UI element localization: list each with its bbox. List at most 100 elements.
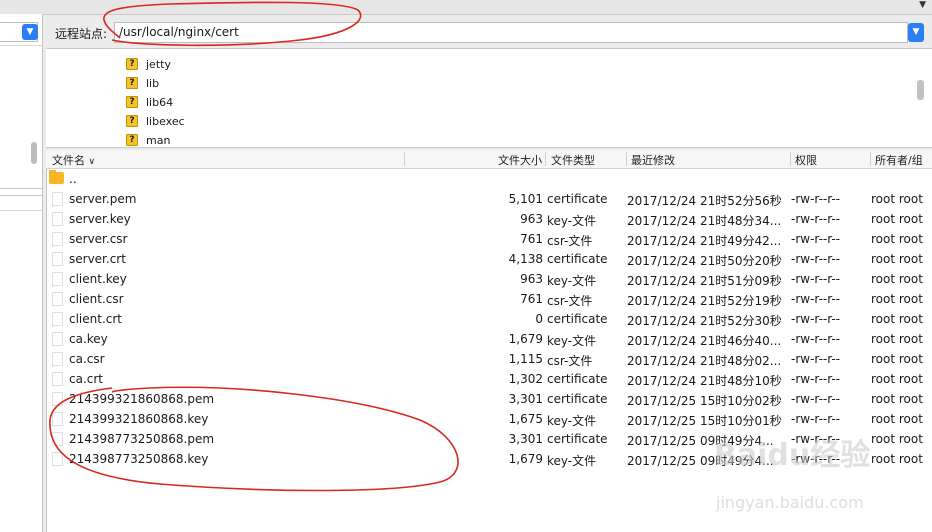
file-row[interactable]: server.pem 5,101 certificate 2017/12/24 … xyxy=(46,189,932,209)
file-type: csr-文件 xyxy=(547,354,593,368)
file-type: certificate xyxy=(547,312,608,326)
file-icon xyxy=(52,272,63,286)
file-row[interactable]: ca.key 1,679 key-文件 2017/12/24 21时46分40.… xyxy=(46,329,932,349)
file-icon xyxy=(52,312,63,326)
column-header-size[interactable]: 文件大小 xyxy=(498,152,542,168)
file-modified: 2017/12/24 21时52分19秒 xyxy=(627,294,782,308)
divider xyxy=(0,210,42,211)
unknown-folder-icon: ? xyxy=(126,96,138,108)
tree-item-label: man xyxy=(146,133,171,147)
column-header-owner[interactable]: 所有者/组 xyxy=(875,152,923,168)
file-permissions: -rw-r--r-- xyxy=(791,392,841,406)
file-row[interactable]: ca.crt 1,302 certificate 2017/12/24 21时4… xyxy=(46,369,932,389)
file-name: server.key xyxy=(69,212,131,226)
file-permissions: -rw-r--r-- xyxy=(791,312,841,326)
file-size: 4,138 xyxy=(508,252,543,266)
chevron-down-icon[interactable]: ▼ xyxy=(919,0,926,10)
file-type: certificate xyxy=(547,192,608,206)
file-modified: 2017/12/24 21时52分56秒 xyxy=(627,194,782,208)
file-row[interactable]: server.csr 761 csr-文件 2017/12/24 21时49分4… xyxy=(46,229,932,249)
tree-item[interactable]: ? lib64 xyxy=(126,93,173,111)
column-header-type[interactable]: 文件类型 xyxy=(551,152,595,168)
column-divider[interactable] xyxy=(870,152,871,166)
file-type: certificate xyxy=(547,432,608,446)
file-owner: root root xyxy=(871,232,923,246)
file-permissions: -rw-r--r-- xyxy=(791,212,841,226)
file-name: server.csr xyxy=(69,232,128,246)
file-type: key-文件 xyxy=(547,274,597,288)
file-size: 963 xyxy=(520,272,543,286)
column-header-modified[interactable]: 最近修改 xyxy=(631,152,675,168)
file-name: 214399321860868.pem xyxy=(69,392,215,406)
file-name: client.csr xyxy=(69,292,124,306)
file-icon xyxy=(52,232,63,246)
file-type: key-文件 xyxy=(547,214,597,228)
chevron-down-icon[interactable]: ▼ xyxy=(908,23,924,42)
column-divider[interactable] xyxy=(790,152,791,166)
file-row[interactable]: server.crt 4,138 certificate 2017/12/24 … xyxy=(46,249,932,269)
column-header-name[interactable]: 文件名 ∨ xyxy=(52,152,95,168)
file-icon xyxy=(52,412,63,426)
file-name: 214398773250868.key xyxy=(69,452,209,466)
file-name: .. xyxy=(69,172,77,186)
file-size: 3,301 xyxy=(508,432,543,446)
tree-item[interactable]: ? man xyxy=(126,131,171,147)
tree-item[interactable]: ? lib xyxy=(126,74,159,92)
tree-item[interactable]: ? jetty xyxy=(126,55,171,73)
divider xyxy=(0,195,42,196)
file-size: 0 xyxy=(535,312,543,326)
column-divider[interactable] xyxy=(626,152,627,166)
file-row[interactable]: 214399321860868.key 1,675 key-文件 2017/12… xyxy=(46,409,932,429)
file-modified: 2017/12/24 21时48分10秒 xyxy=(627,374,782,388)
tree-item-label: lib64 xyxy=(146,95,174,109)
tree-scrollbar[interactable] xyxy=(917,80,924,100)
file-size: 1,115 xyxy=(508,352,543,366)
file-name: 214399321860868.key xyxy=(69,412,209,426)
divider xyxy=(0,45,42,46)
file-size: 1,679 xyxy=(508,332,543,346)
file-modified: 2017/12/24 21时52分30秒 xyxy=(627,314,782,328)
file-row[interactable]: 214399321860868.pem 3,301 certificate 20… xyxy=(46,389,932,409)
column-header-permissions[interactable]: 权限 xyxy=(795,152,817,168)
file-name: server.crt xyxy=(69,252,126,266)
file-modified: 2017/12/24 21时49分42... xyxy=(627,234,782,248)
remote-path-value[interactable]: /usr/local/nginx/cert xyxy=(119,25,239,39)
file-type: certificate xyxy=(547,392,608,406)
local-tree-scrollbar[interactable] xyxy=(31,142,37,164)
column-divider[interactable] xyxy=(545,152,546,166)
file-row[interactable]: ca.csr 1,115 csr-文件 2017/12/24 21时48分02.… xyxy=(46,349,932,369)
remote-directory-tree: ? jetty ? lib ? lib64 ? libexec ? man xyxy=(46,48,932,148)
file-icon xyxy=(52,372,63,386)
file-owner: root root xyxy=(871,252,923,266)
tree-item[interactable]: ? libexec xyxy=(126,112,185,130)
tree-item-label: lib xyxy=(146,76,160,90)
file-size: 1,302 xyxy=(508,372,543,386)
unknown-folder-icon: ? xyxy=(126,77,138,89)
file-permissions: -rw-r--r-- xyxy=(791,332,841,346)
file-modified: 2017/12/25 15时10分01秒 xyxy=(627,414,782,428)
file-icon xyxy=(52,212,63,226)
top-toolbar-strip xyxy=(0,0,932,15)
divider xyxy=(0,188,42,189)
file-owner: root root xyxy=(871,192,923,206)
file-row[interactable]: client.crt 0 certificate 2017/12/24 21时5… xyxy=(46,309,932,329)
file-icon xyxy=(52,352,63,366)
file-type: key-文件 xyxy=(547,414,597,428)
file-row[interactable]: server.key 963 key-文件 2017/12/24 21时48分3… xyxy=(46,209,932,229)
local-pane xyxy=(0,14,43,532)
file-row[interactable]: client.csr 761 csr-文件 2017/12/24 21时52分1… xyxy=(46,289,932,309)
file-owner: root root xyxy=(871,392,923,406)
column-divider[interactable] xyxy=(404,152,405,166)
file-permissions: -rw-r--r-- xyxy=(791,412,841,426)
file-row[interactable]: client.key 963 key-文件 2017/12/24 21时51分0… xyxy=(46,269,932,289)
file-permissions: -rw-r--r-- xyxy=(791,272,841,286)
file-owner: root root xyxy=(871,452,923,466)
tree-item-label: libexec xyxy=(146,114,185,128)
chevron-down-icon[interactable]: ▼ xyxy=(22,24,38,40)
file-type: key-文件 xyxy=(547,334,597,348)
unknown-folder-icon: ? xyxy=(126,58,138,70)
file-modified: 2017/12/24 21时51分09秒 xyxy=(627,274,782,288)
file-row-parent[interactable]: .. xyxy=(46,169,932,189)
column-header-name-label: 文件名 xyxy=(52,154,85,167)
file-icon xyxy=(52,452,63,466)
